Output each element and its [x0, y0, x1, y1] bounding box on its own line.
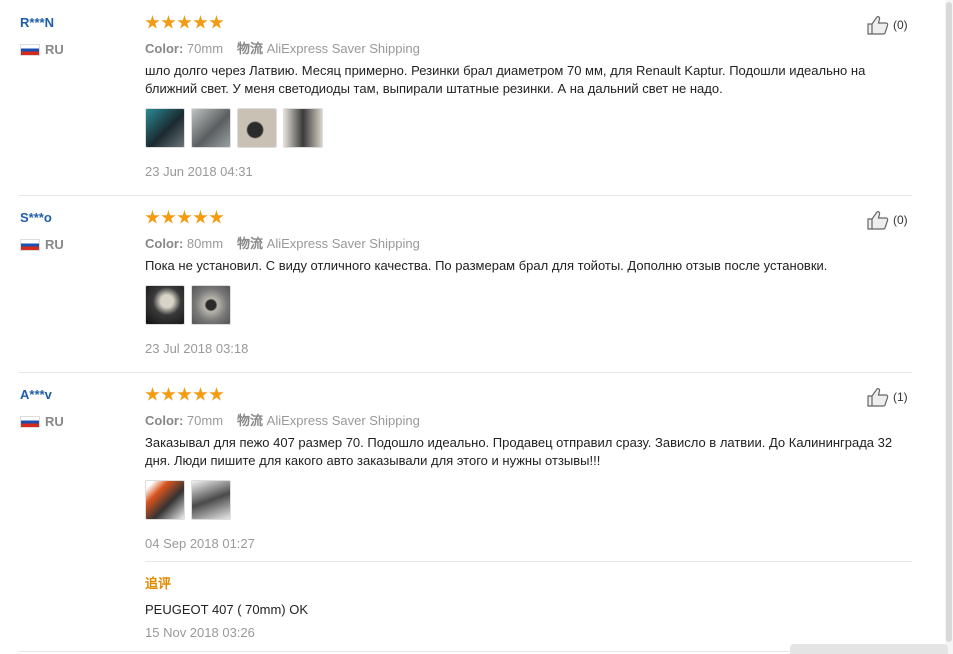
- followup-text: PEUGEOT 407 ( 70mm) OK: [145, 602, 309, 617]
- star-icon: [193, 387, 208, 401]
- reviewer-name[interactable]: R***N: [20, 15, 54, 30]
- review-image-thumbnail[interactable]: [145, 480, 185, 520]
- star-rating: [145, 15, 224, 30]
- country-code: RU: [45, 42, 64, 57]
- review-divider: [18, 195, 912, 196]
- star-icon: [209, 15, 224, 29]
- star-icon: [145, 210, 160, 224]
- country-code: RU: [45, 237, 64, 252]
- helpful-button[interactable]: (0): [867, 15, 908, 35]
- star-icon: [193, 210, 208, 224]
- star-rating: [145, 387, 224, 402]
- color-label: Color:: [145, 236, 184, 251]
- thumbs-up-icon: [867, 16, 889, 35]
- followup-divider: [145, 561, 912, 562]
- review-image-thumbnail[interactable]: [191, 480, 231, 520]
- review-text: Заказывал для пежо 407 размер 70. Подошл…: [145, 435, 893, 468]
- review-images: [145, 285, 231, 325]
- star-icon: [209, 210, 224, 224]
- helpful-button[interactable]: (0): [867, 210, 908, 230]
- color-value: 70mm: [186, 41, 224, 56]
- color-value: 80mm: [186, 236, 224, 251]
- followup-label: 追评: [145, 576, 172, 591]
- review-divider: [18, 651, 912, 652]
- star-icon: [177, 210, 192, 224]
- review-divider: [18, 372, 912, 373]
- star-icon: [145, 387, 160, 401]
- shipping-label: 物流: [237, 41, 264, 56]
- scrollbar-thumb[interactable]: [946, 2, 952, 642]
- review-date: 23 Jun 2018 04:31: [145, 164, 253, 179]
- review-images: [145, 108, 323, 148]
- helpful-button[interactable]: (1): [867, 387, 908, 407]
- star-icon: [161, 210, 176, 224]
- helpful-count: (0): [893, 18, 908, 32]
- thumbs-up-icon: [867, 388, 889, 407]
- helpful-count: (0): [893, 213, 908, 227]
- russia-flag-icon: [20, 43, 40, 56]
- review-images: [145, 480, 231, 520]
- color-label: Color:: [145, 413, 184, 428]
- star-icon: [177, 387, 192, 401]
- star-icon: [193, 15, 208, 29]
- russia-flag-icon: [20, 238, 40, 251]
- review-image-thumbnail[interactable]: [145, 108, 185, 148]
- review-date: 23 Jul 2018 03:18: [145, 341, 249, 356]
- review-image-thumbnail[interactable]: [145, 285, 185, 325]
- shipping-value: AliExpress Saver Shipping: [266, 236, 420, 251]
- reviewer-country: RU: [20, 237, 64, 252]
- review-attributes: Color: 80mm 物流 AliExpress Saver Shipping: [145, 233, 420, 252]
- review-attributes: Color: 70mm 物流 AliExpress Saver Shipping: [145, 410, 420, 429]
- review-attributes: Color: 70mm 物流 AliExpress Saver Shipping: [145, 38, 420, 57]
- reviewer-country: RU: [20, 414, 64, 429]
- star-icon: [145, 15, 160, 29]
- review-date: 04 Sep 2018 01:27: [145, 536, 255, 551]
- reviewer-country: RU: [20, 42, 64, 57]
- followup-date: 15 Nov 2018 03:26: [145, 625, 255, 640]
- floating-panel-edge: [790, 644, 948, 654]
- color-value: 70mm: [186, 413, 224, 428]
- country-code: RU: [45, 414, 64, 429]
- shipping-value: AliExpress Saver Shipping: [266, 41, 420, 56]
- shipping-label: 物流: [237, 413, 264, 428]
- reviewer-name[interactable]: A***v: [20, 387, 52, 402]
- russia-flag-icon: [20, 415, 40, 428]
- star-icon: [209, 387, 224, 401]
- review-text: Пока не установил. С виду отличного каче…: [145, 258, 828, 273]
- review-text: шло долго через Латвию. Месяц примерно. …: [145, 63, 866, 96]
- shipping-label: 物流: [237, 236, 264, 251]
- review-image-thumbnail[interactable]: [237, 108, 277, 148]
- vertical-scrollbar[interactable]: [945, 0, 953, 654]
- review-image-thumbnail[interactable]: [191, 285, 231, 325]
- review-image-thumbnail[interactable]: [191, 108, 231, 148]
- review-image-thumbnail[interactable]: [283, 108, 323, 148]
- star-icon: [161, 387, 176, 401]
- star-icon: [177, 15, 192, 29]
- shipping-value: AliExpress Saver Shipping: [266, 413, 420, 428]
- thumbs-up-icon: [867, 211, 889, 230]
- color-label: Color:: [145, 41, 184, 56]
- reviewer-name[interactable]: S***o: [20, 210, 52, 225]
- star-rating: [145, 210, 224, 225]
- star-icon: [161, 15, 176, 29]
- helpful-count: (1): [893, 390, 908, 404]
